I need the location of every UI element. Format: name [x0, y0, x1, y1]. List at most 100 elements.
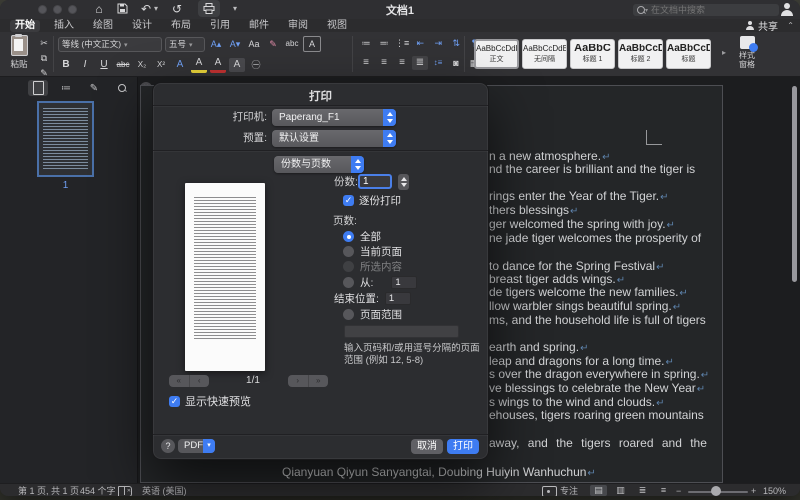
sidebar-outline-tab[interactable]: ≔	[56, 80, 76, 96]
strikethrough-icon[interactable]: abc	[115, 58, 131, 72]
tab-布局[interactable]: 布局	[166, 20, 196, 32]
word-count[interactable]: 454 个字	[80, 486, 116, 496]
last-page-button[interactable]: »	[309, 375, 329, 387]
bold-icon[interactable]: B	[58, 58, 74, 72]
tab-开始[interactable]: 开始	[10, 19, 40, 32]
tab-设计[interactable]: 设计	[127, 20, 157, 32]
justify-icon[interactable]: ≣	[412, 56, 428, 70]
align-left-icon[interactable]: ≡	[358, 56, 374, 70]
sidebar-search-tab[interactable]	[112, 80, 132, 96]
dropdown-stepper-icon	[351, 156, 364, 173]
search-field[interactable]: ▾	[633, 4, 779, 16]
clear-formatting-icon[interactable]: ✎	[265, 37, 281, 51]
settings-section-dropdown[interactable]: 份数与页数	[274, 156, 364, 173]
font-name-combo[interactable]: 等线 (中文正文) ▾	[58, 36, 162, 52]
previous-page-button[interactable]: ‹	[190, 375, 210, 387]
share-button[interactable]: 共享	[745, 19, 778, 33]
increase-indent-icon[interactable]: ⇥	[430, 36, 446, 50]
cut-icon[interactable]: ✂	[36, 36, 52, 50]
copy-icon[interactable]: ⧉	[36, 51, 52, 65]
pages-current-radio[interactable]: 当前页面	[343, 244, 402, 259]
font-color-icon[interactable]: A	[210, 56, 226, 73]
cancel-button[interactable]: 取消	[411, 439, 443, 454]
tab-绘图[interactable]: 绘图	[88, 20, 118, 32]
page-1-thumbnail[interactable]	[37, 101, 94, 177]
superscript-icon[interactable]: X²	[153, 58, 169, 72]
change-case-icon[interactable]: Aa	[246, 37, 262, 51]
subscript-icon[interactable]: X₂	[134, 58, 150, 72]
proofing-status-icon[interactable]	[118, 486, 132, 496]
underline-icon[interactable]: U	[96, 58, 112, 72]
help-button[interactable]: ?	[161, 439, 175, 453]
copies-input[interactable]	[358, 174, 392, 189]
next-page-button[interactable]: ›	[288, 375, 309, 387]
printer-dropdown[interactable]: Paperang_F1	[272, 109, 396, 126]
tab-视图[interactable]: 视图	[322, 20, 352, 32]
shading-icon[interactable]: ◙	[448, 56, 464, 70]
text-effects-icon[interactable]: A	[172, 58, 188, 72]
end-page-input[interactable]	[384, 292, 411, 305]
draft-view-button[interactable]: ≡	[655, 485, 672, 496]
style-chip[interactable]: AaBbCcD 标题 2	[618, 39, 663, 69]
enclose-characters-icon[interactable]: ㊀	[248, 58, 264, 72]
paste-button[interactable]: 粘贴	[6, 34, 32, 70]
style-chip[interactable]: AaBbCcDdEe无间隔	[522, 39, 567, 69]
numbering-icon[interactable]: ≕	[376, 36, 392, 50]
decrease-indent-icon[interactable]: ⇤	[412, 36, 428, 50]
tab-引用[interactable]: 引用	[205, 20, 235, 32]
collapse-ribbon-icon[interactable]: ⌃	[787, 21, 794, 30]
collate-checkbox[interactable]: ✓ 逐份打印	[343, 193, 401, 208]
multilevel-list-icon[interactable]: ⋮≡	[394, 36, 410, 50]
pdf-menu-button[interactable]: PDF ▾	[178, 439, 215, 453]
search-icon	[118, 84, 126, 92]
style-chip[interactable]: AaBbCcDdEe正文	[474, 39, 519, 69]
tab-插入[interactable]: 插入	[49, 20, 79, 32]
sidebar-edits-tab[interactable]: ✎	[84, 80, 104, 96]
align-right-icon[interactable]: ≡	[394, 56, 410, 70]
first-page-button[interactable]: «	[169, 375, 190, 387]
search-input[interactable]	[648, 5, 775, 15]
sort-icon[interactable]: ⇅	[448, 36, 464, 50]
focus-mode-button[interactable]: 专注	[542, 486, 578, 496]
zoom-slider-thumb[interactable]	[711, 486, 721, 496]
italic-icon[interactable]: I	[77, 58, 93, 72]
page-range-input[interactable]	[344, 325, 459, 338]
character-border-icon[interactable]: A	[303, 36, 321, 52]
outline-view-button[interactable]: ≣	[634, 485, 651, 496]
collate-label: 逐份打印	[359, 195, 401, 207]
highlight-color-icon[interactable]: A	[191, 56, 207, 73]
document-text-line: ne jade tiger welcomes the prosperity of	[489, 231, 702, 245]
language-status[interactable]: 英语 (美国)	[142, 486, 187, 496]
line-spacing-icon[interactable]: ↕≡	[430, 56, 446, 70]
grow-font-icon[interactable]: A▴	[208, 37, 224, 51]
style-pane-button[interactable]: 样式 窗格	[730, 36, 764, 69]
pages-range-radio[interactable]: 页面范围	[343, 307, 402, 322]
titlebar: ⌂ ↶ ▾ ↺ ▾ 文档1 ▾	[0, 0, 800, 19]
phonetic-guide-icon[interactable]: abc	[284, 37, 300, 51]
zoom-out-button[interactable]: −	[676, 486, 681, 496]
tab-邮件[interactable]: 邮件	[244, 20, 274, 32]
vertical-scrollbar[interactable]	[792, 86, 797, 282]
quick-preview-checkbox[interactable]: ✓ 显示快速预览	[169, 393, 251, 409]
bullets-icon[interactable]: ≔	[358, 36, 374, 50]
print-button[interactable]: 打印	[447, 439, 479, 454]
web-layout-view-button[interactable]: ▥	[612, 485, 629, 496]
style-chip[interactable]: AaBbCcD 标题	[666, 39, 711, 69]
print-layout-view-button[interactable]: ▤	[590, 485, 607, 496]
sidebar-thumbnails-tab[interactable]	[28, 80, 48, 96]
from-page-input[interactable]	[391, 276, 418, 289]
font-size-combo[interactable]: 五号 ▾	[165, 36, 205, 52]
copies-stepper[interactable]	[398, 174, 409, 190]
presets-dropdown[interactable]: 默认设置	[272, 130, 396, 147]
tab-审阅[interactable]: 审阅	[283, 20, 313, 32]
zoom-level[interactable]: 150%	[763, 486, 786, 496]
shrink-font-icon[interactable]: A▾	[227, 37, 243, 51]
pages-all-radio[interactable]: 全部	[343, 229, 381, 244]
pages-from-radio[interactable]: 从:	[343, 275, 418, 290]
align-center-icon[interactable]: ≡	[376, 56, 392, 70]
account-avatar-icon[interactable]	[780, 2, 794, 16]
page-info[interactable]: 第 1 页, 共 1 页	[18, 486, 79, 496]
style-chip[interactable]: AaBbC 标题 1	[570, 39, 615, 69]
zoom-in-button[interactable]: +	[751, 486, 756, 496]
character-shading-icon[interactable]: A	[229, 57, 245, 72]
